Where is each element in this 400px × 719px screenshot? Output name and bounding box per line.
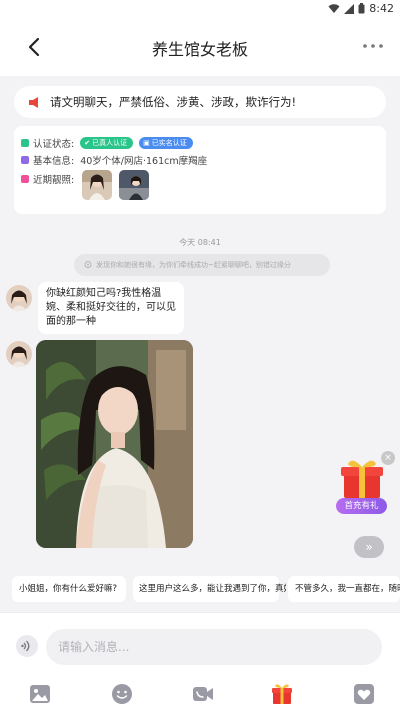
id-icon: ▣	[143, 139, 150, 147]
input-bar	[0, 612, 400, 672]
avatar[interactable]	[6, 285, 32, 311]
check-icon: ✔	[84, 139, 91, 147]
quick-reply-item[interactable]: 不管多久，我一直都在，随时等你	[288, 576, 400, 602]
heart-icon[interactable]	[352, 682, 376, 706]
quick-reply-item[interactable]: 小姐姐，你有什么爱好嘛?	[12, 576, 126, 602]
system-tip: 发现你和她很有缘，为你们牵线成功~赶紧聊聊吧，别错过缘分	[74, 254, 330, 276]
photo-label-icon	[21, 175, 29, 183]
video-call-icon[interactable]	[191, 682, 215, 706]
verify-row: 认证状态: ✔ 已真人认证 ▣ 已实名认证	[21, 136, 199, 150]
notice-text: 请文明聊天，严禁低俗、涉黄、涉政，欺诈行为!	[50, 95, 297, 109]
verify-label: 认证状态:	[33, 139, 75, 150]
wifi-icon	[328, 3, 340, 13]
location-icon	[84, 260, 92, 268]
more-icon[interactable]	[360, 38, 386, 54]
gift-icon[interactable]	[270, 682, 294, 706]
photos-row: 近期靓照:	[21, 172, 74, 186]
profile-card: 认证状态: ✔ 已真人认证 ▣ 已实名认证 基本信息: 40岁个体/网店·161…	[14, 126, 386, 214]
status-bar: 8:42	[0, 0, 400, 18]
message-bubble: 你缺红颜知己吗?我性格温婉、柔和挺好交往的，可以见面的那一种	[38, 282, 184, 334]
signal-icon	[344, 3, 355, 14]
voice-icon	[21, 640, 30, 652]
realperson-badge: ▣ 已实名认证	[139, 137, 193, 149]
chat-timestamp: 今天 08:41	[179, 238, 221, 247]
quick-reply-item[interactable]: 这里用户这么多，能让我遇到了你，真好	[126, 576, 286, 602]
basic-label: 基本信息:	[33, 156, 75, 167]
scroll-forward-button[interactable]: »	[354, 536, 384, 558]
quick-reply-bar: 小姐姐，你有什么爱好嘛? 这里用户这么多，能让我遇到了你，真好 不管多久，我一直…	[0, 566, 400, 612]
recent-photo[interactable]	[82, 170, 112, 200]
message-input[interactable]	[46, 629, 382, 665]
avatar[interactable]	[6, 341, 32, 367]
system-tip-text: 发现你和她很有缘，为你们牵线成功~赶紧聊聊吧，别错过缘分	[96, 261, 291, 269]
photos-label: 近期靓照:	[33, 175, 75, 186]
civility-notice: 请文明聊天，严禁低俗、涉黄、涉政，欺诈行为!	[14, 86, 386, 118]
speaker-icon	[29, 96, 38, 108]
emoji-icon[interactable]	[110, 682, 134, 706]
recent-photo[interactable]	[119, 170, 149, 200]
realname-badge: ✔ 已真人认证	[80, 137, 134, 149]
bottom-toolbar	[0, 672, 400, 719]
chat-photo[interactable]	[36, 340, 193, 548]
chat-header: 养生馆女老板	[0, 18, 400, 76]
basic-info-row: 基本信息: 40岁个体/网店·161cm摩羯座	[21, 153, 207, 167]
verify-icon	[21, 139, 29, 147]
status-time: 8:42	[369, 2, 394, 15]
page-title: 养生馆女老板	[151, 40, 248, 59]
image-icon[interactable]	[28, 682, 52, 706]
gift-label[interactable]: 首充有礼	[336, 498, 387, 514]
battery-icon	[358, 3, 365, 14]
voice-button[interactable]	[16, 635, 38, 657]
basic-value: 40岁个体/网店·161cm摩羯座	[80, 156, 208, 167]
info-icon	[21, 156, 29, 164]
status-icons: 8:42	[328, 2, 394, 15]
